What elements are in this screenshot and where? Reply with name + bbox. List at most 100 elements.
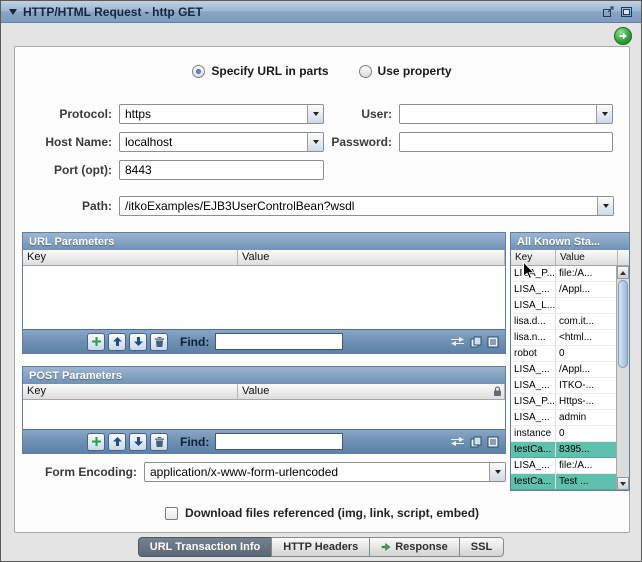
- scroll-down-icon[interactable]: [617, 477, 629, 490]
- tab-http-headers[interactable]: HTTP Headers: [271, 537, 370, 557]
- value-column-header[interactable]: Value: [238, 250, 505, 265]
- url-params-find-input[interactable]: [215, 333, 343, 350]
- state-row[interactable]: LISA_L...: [511, 298, 616, 314]
- host-name-combobox[interactable]: localhost: [119, 132, 324, 152]
- password-label: Password:: [315, 132, 392, 152]
- radio-specify-label: Specify URL in parts: [211, 64, 328, 78]
- dropdown-arrow-icon[interactable]: [597, 197, 613, 215]
- response-arrow-icon: [381, 542, 391, 552]
- execute-request-button[interactable]: [614, 27, 632, 45]
- user-combobox[interactable]: [399, 104, 613, 124]
- known-state-panel-header: All Known Sta...: [511, 233, 629, 250]
- transfer-arrows-icon[interactable]: [450, 336, 465, 347]
- post-params-find-input[interactable]: [215, 433, 343, 450]
- state-row[interactable]: instance0: [511, 426, 616, 442]
- user-label: User:: [333, 104, 392, 124]
- trash-icon: [154, 436, 165, 448]
- state-row[interactable]: LISA_P...file:/A...: [511, 266, 616, 282]
- maximize-window-icon[interactable]: [620, 6, 633, 18]
- value-column-header[interactable]: Value: [238, 384, 505, 399]
- state-row-value: [556, 298, 616, 313]
- download-files-checkbox[interactable]: [165, 507, 178, 520]
- state-row-value: file:/A...: [556, 266, 616, 281]
- password-field[interactable]: [399, 132, 613, 152]
- state-row[interactable]: LISA_...file:/A...: [511, 458, 616, 474]
- radio-use-property[interactable]: Use property: [359, 64, 452, 78]
- user-value: [400, 105, 596, 123]
- scrollbar-thumb[interactable]: [618, 280, 628, 368]
- dropdown-arrow-icon[interactable]: [307, 105, 323, 123]
- add-row-button[interactable]: [87, 433, 105, 451]
- known-state-table: LISA_P...file:/A...LISA_.../Appl...LISA_…: [511, 266, 629, 490]
- copy-icon[interactable]: [470, 436, 482, 448]
- find-label: Find:: [180, 435, 209, 449]
- state-row-key: testCa...: [511, 474, 556, 489]
- dropdown-arrow-icon[interactable]: [596, 105, 612, 123]
- move-row-down-button[interactable]: [129, 333, 147, 351]
- url-parameters-table-body[interactable]: [23, 266, 505, 329]
- download-files-label: Download files referenced (img, link, sc…: [185, 506, 479, 520]
- delete-row-button[interactable]: [150, 433, 168, 451]
- state-row[interactable]: lisa.n...<html...: [511, 330, 616, 346]
- post-parameters-table-body[interactable]: [23, 400, 505, 429]
- copy-icon[interactable]: [470, 336, 482, 348]
- window-titlebar: HTTP/HTML Request - http GET: [1, 1, 641, 23]
- state-row[interactable]: LISA_.../Appl...: [511, 282, 616, 298]
- port-field[interactable]: [119, 160, 324, 180]
- scrollbar-track[interactable]: [617, 369, 629, 477]
- plus-icon: [91, 336, 102, 347]
- state-row-key: testCa...: [511, 442, 556, 457]
- tab-response[interactable]: Response: [369, 537, 460, 557]
- post-parameters-toolbar: Find:: [23, 429, 505, 453]
- radio-selected-icon[interactable]: [192, 65, 205, 78]
- detach-window-icon[interactable]: [602, 6, 615, 18]
- state-row[interactable]: robot0: [511, 346, 616, 362]
- post-parameters-column-header: Key Value: [23, 384, 505, 400]
- add-row-button[interactable]: [87, 333, 105, 351]
- collapse-triangle-icon[interactable]: [9, 9, 17, 15]
- state-row[interactable]: LISA_...admin: [511, 410, 616, 426]
- key-column-header[interactable]: Key: [23, 384, 238, 399]
- find-label: Find:: [180, 335, 209, 349]
- state-row-value: file:/A...: [556, 458, 616, 473]
- value-column-header[interactable]: Value: [556, 250, 618, 265]
- scroll-up-icon[interactable]: [617, 266, 629, 279]
- state-row[interactable]: LISA_P...Https-...: [511, 394, 616, 410]
- move-row-up-button[interactable]: [108, 433, 126, 451]
- move-row-down-button[interactable]: [129, 433, 147, 451]
- radio-unselected-icon[interactable]: [359, 65, 372, 78]
- host-name-label: Host Name:: [15, 132, 112, 152]
- known-state-scrollbar[interactable]: [616, 266, 629, 490]
- radio-specify-url-in-parts[interactable]: Specify URL in parts: [192, 64, 328, 78]
- row-edit-buttons: [87, 433, 168, 451]
- toolbar-right-icons: [450, 336, 499, 348]
- tab-url-transaction-info[interactable]: URL Transaction Info: [138, 537, 272, 557]
- protocol-combobox[interactable]: https: [119, 104, 324, 124]
- form-encoding-value: application/x-www-form-urlencoded: [145, 463, 489, 481]
- request-editor-panel: Specify URL in parts Use property Protoc…: [14, 46, 630, 533]
- list-view-icon[interactable]: [487, 336, 499, 348]
- white-arrow-icon: [618, 31, 628, 41]
- post-parameters-title: POST Parameters: [29, 370, 122, 382]
- dropdown-arrow-icon[interactable]: [489, 463, 505, 481]
- state-row[interactable]: testCa...8395...: [511, 442, 616, 458]
- state-row[interactable]: LISA_.../Appl...: [511, 362, 616, 378]
- state-row[interactable]: LISA_...ITKO-...: [511, 378, 616, 394]
- down-arrow-icon: [133, 436, 144, 447]
- move-row-up-button[interactable]: [108, 333, 126, 351]
- delete-row-button[interactable]: [150, 333, 168, 351]
- state-row[interactable]: lisa.d...com.it...: [511, 314, 616, 330]
- path-combobox[interactable]: /itkoExamples/EJB3UserControlBean?wsdl: [119, 196, 614, 216]
- key-column-header[interactable]: Key: [511, 250, 556, 265]
- state-row-value: 8395...: [556, 442, 616, 457]
- state-row-key: LISA_...: [511, 282, 556, 297]
- key-column-header[interactable]: Key: [23, 250, 238, 265]
- path-value: /itkoExamples/EJB3UserControlBean?wsdl: [120, 197, 597, 215]
- tab-ssl[interactable]: SSL: [459, 537, 504, 557]
- transfer-arrows-icon[interactable]: [450, 436, 465, 447]
- known-state-title: All Known Sta...: [517, 236, 600, 248]
- list-view-icon[interactable]: [487, 436, 499, 448]
- state-row[interactable]: testCa...Test ...: [511, 474, 616, 490]
- form-encoding-combobox[interactable]: application/x-www-form-urlencoded: [144, 462, 506, 482]
- post-parameters-section: POST Parameters Key Value Find:: [22, 366, 506, 454]
